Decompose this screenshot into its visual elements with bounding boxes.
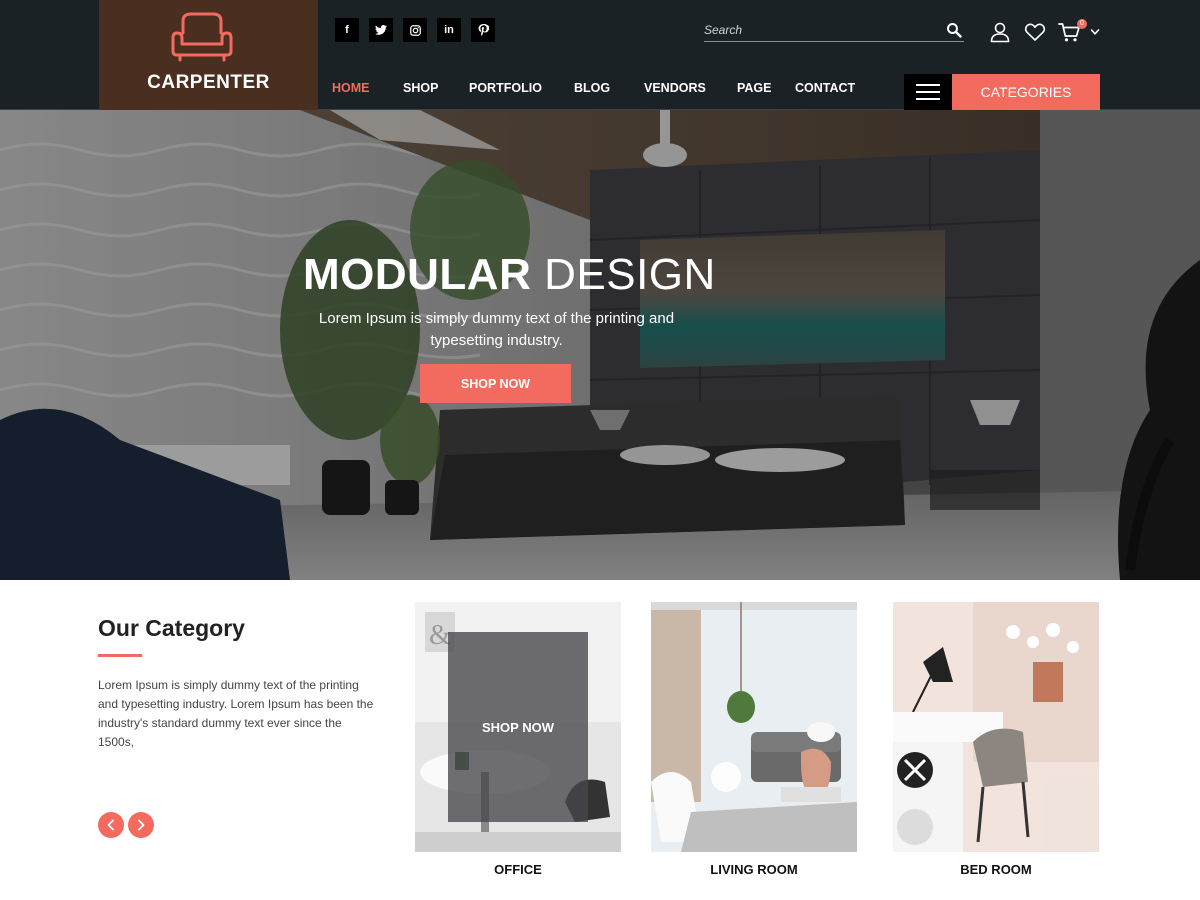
category-card-living-room[interactable] <box>651 602 857 852</box>
chevron-right-icon[interactable] <box>128 812 154 838</box>
nav-item-home[interactable]: HOME <box>332 81 370 95</box>
social-links: f in <box>335 18 495 42</box>
nav-item-page[interactable]: PAGE <box>737 81 772 95</box>
nav-item-shop[interactable]: SHOP <box>403 81 438 95</box>
armchair-icon <box>171 12 233 62</box>
pinterest-icon[interactable] <box>471 18 495 42</box>
search-input[interactable] <box>704 20 934 40</box>
hero-title: MODULAR DESIGN <box>303 250 716 300</box>
hero-title-bold: MODULAR <box>303 250 532 299</box>
cart-count-badge: 0 <box>1077 19 1087 29</box>
category-description: Lorem Ipsum is simply dummy text of the … <box>98 678 374 749</box>
card-label-living-room[interactable]: LIVING ROOM <box>651 862 857 877</box>
user-icon[interactable] <box>989 21 1011 43</box>
twitter-icon[interactable] <box>369 18 393 42</box>
nav-item-blog[interactable]: BLOG <box>574 81 610 95</box>
category-card-bed-room[interactable] <box>893 602 1099 852</box>
hero-shop-now-button[interactable]: SHOP NOW <box>420 364 571 403</box>
search-icon[interactable] <box>946 22 962 38</box>
card-label-bed-room[interactable]: BED ROOM <box>893 862 1099 877</box>
nav-item-vendors[interactable]: VENDORS <box>644 81 706 95</box>
nav-item-portfolio[interactable]: PORTFOLIO <box>469 81 542 95</box>
bed-room-image <box>893 602 1099 852</box>
linkedin-icon[interactable]: in <box>437 18 461 42</box>
menu-icon[interactable] <box>904 74 952 110</box>
hero-title-light: DESIGN <box>544 250 716 299</box>
category-section-title: Our Category <box>98 615 245 641</box>
site-header: CARPENTER f in 0 HOME <box>0 0 1200 110</box>
hero-subtitle: Lorem Ipsum is simply dummy text of the … <box>318 310 675 349</box>
card-label-office[interactable]: OFFICE <box>415 862 621 877</box>
nav-item-contact[interactable]: CONTACT <box>795 81 855 95</box>
search-box <box>704 20 964 42</box>
living-room-image <box>651 602 857 852</box>
chevron-left-icon[interactable] <box>98 812 124 838</box>
office-shop-now-overlay[interactable]: SHOP NOW <box>448 632 588 822</box>
hero-banner: MODULAR DESIGN Lorem Ipsum is simply dum… <box>0 110 1200 580</box>
instagram-icon[interactable] <box>403 18 427 42</box>
brand-name: CARPENTER <box>147 72 270 93</box>
title-underline <box>98 654 142 657</box>
heart-icon[interactable] <box>1024 21 1046 43</box>
facebook-icon[interactable]: f <box>335 18 359 42</box>
category-card-office[interactable]: & SHOP NOW <box>415 602 621 852</box>
logo[interactable]: CARPENTER <box>99 0 318 110</box>
chevron-down-icon[interactable] <box>1090 27 1100 37</box>
categories-button[interactable]: CATEGORIES <box>952 74 1100 110</box>
